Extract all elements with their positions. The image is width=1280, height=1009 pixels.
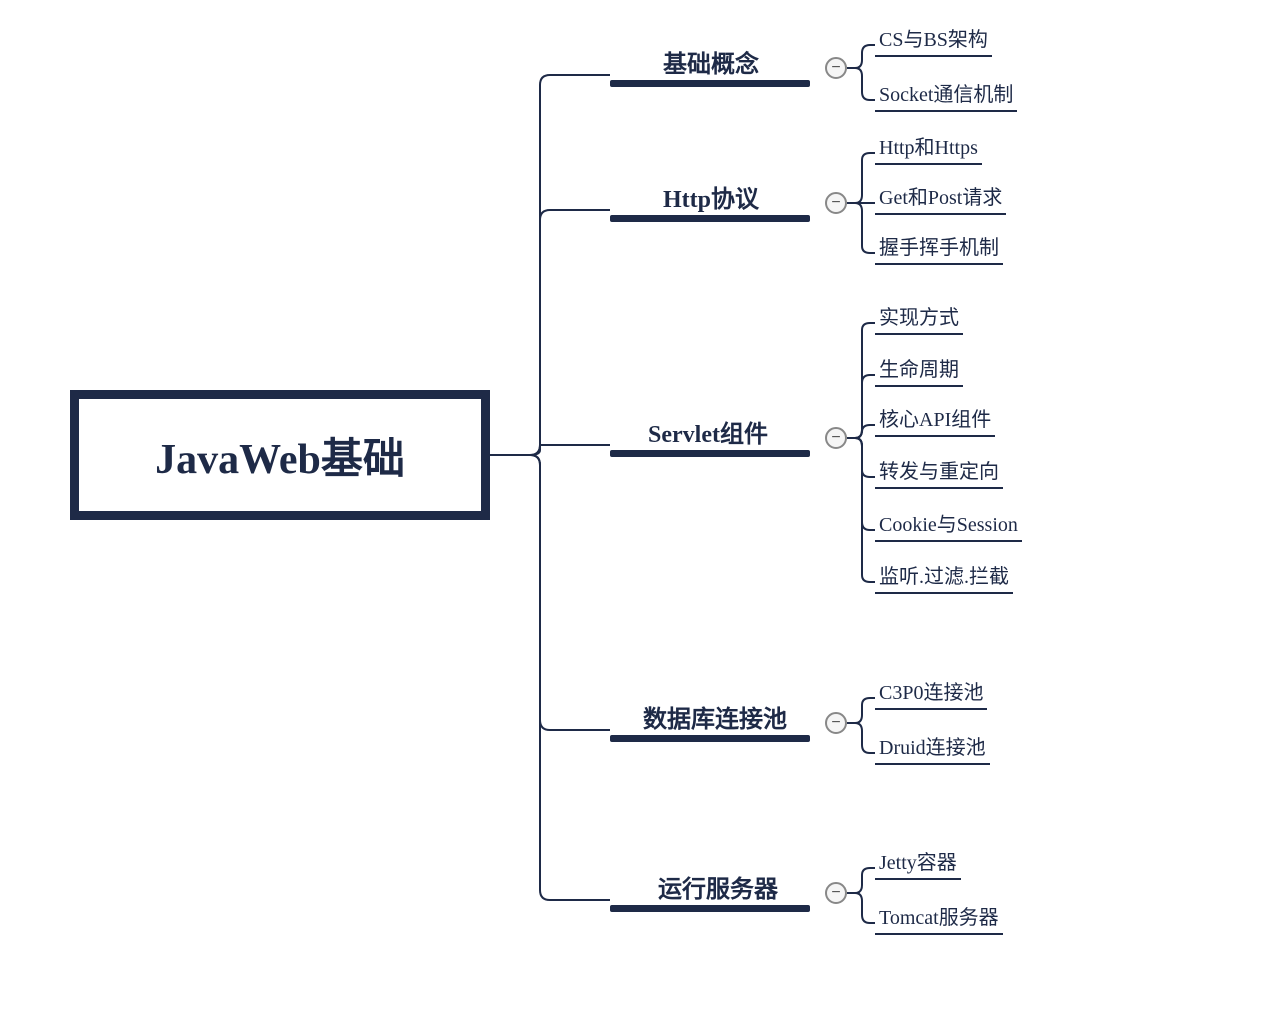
leaf-node[interactable]: 生命周期 xyxy=(875,353,963,387)
branch-node-basic-concepts[interactable]: 基础概念 xyxy=(655,44,767,79)
branch-node-db-pool[interactable]: 数据库连接池 xyxy=(635,699,795,734)
collapse-icon[interactable]: − xyxy=(825,712,847,734)
collapse-icon[interactable]: − xyxy=(825,57,847,79)
leaf-node[interactable]: Tomcat服务器 xyxy=(875,901,1003,935)
branch-underline-0 xyxy=(610,80,810,87)
branch-underline-4 xyxy=(610,905,810,912)
leaf-node[interactable]: 监听.过滤.拦截 xyxy=(875,560,1013,594)
leaf-node[interactable]: 实现方式 xyxy=(875,301,963,335)
leaf-node[interactable]: 转发与重定向 xyxy=(875,455,1003,489)
branch-node-server[interactable]: 运行服务器 xyxy=(650,869,786,904)
leaf-node[interactable]: Socket通信机制 xyxy=(875,78,1017,112)
leaf-node[interactable]: 核心API组件 xyxy=(875,403,995,437)
leaf-node[interactable]: Http和Https xyxy=(875,131,982,165)
collapse-icon[interactable]: − xyxy=(825,427,847,449)
leaf-node[interactable]: CS与BS架构 xyxy=(875,23,992,57)
branch-underline-2 xyxy=(610,450,810,457)
leaf-node[interactable]: Cookie与Session xyxy=(875,508,1022,542)
branch-node-servlet-component[interactable]: Servlet组件 xyxy=(640,414,776,449)
leaf-node[interactable]: C3P0连接池 xyxy=(875,676,987,710)
leaf-node[interactable]: Jetty容器 xyxy=(875,846,961,880)
leaf-node[interactable]: Get和Post请求 xyxy=(875,181,1006,215)
collapse-icon[interactable]: − xyxy=(825,882,847,904)
leaf-node[interactable]: Druid连接池 xyxy=(875,731,990,765)
branch-node-http-protocol[interactable]: Http协议 xyxy=(655,179,767,214)
leaf-node[interactable]: 握手挥手机制 xyxy=(875,231,1003,265)
collapse-icon[interactable]: − xyxy=(825,192,847,214)
root-node[interactable]: JavaWeb基础 xyxy=(70,390,490,520)
root-title: JavaWeb基础 xyxy=(155,425,405,486)
branch-underline-1 xyxy=(610,215,810,222)
branch-underline-3 xyxy=(610,735,810,742)
